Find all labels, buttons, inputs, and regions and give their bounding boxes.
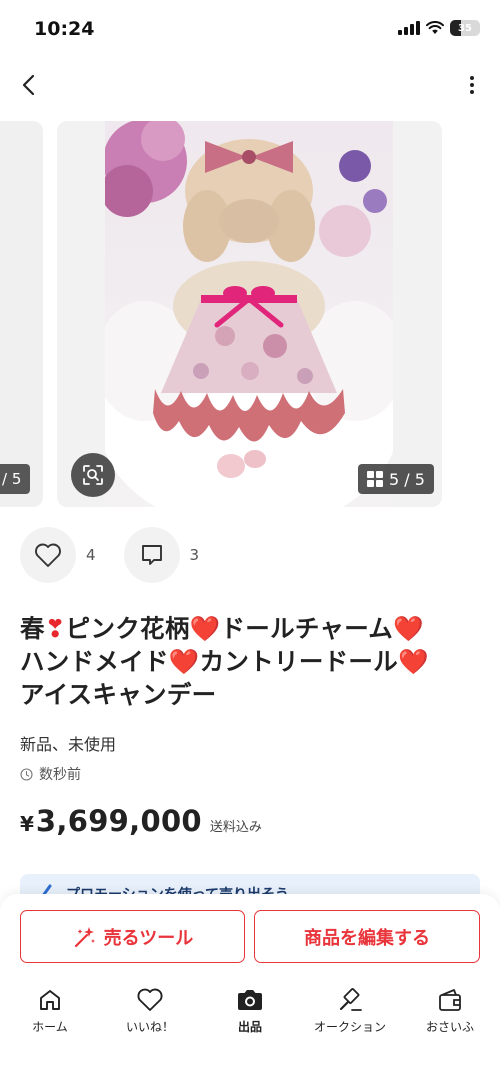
tab-wallet-label: おさいふ xyxy=(425,1020,474,1034)
chevron-left-icon xyxy=(22,74,35,96)
tab-auction-label: オークション xyxy=(313,1020,386,1034)
heart-emoji: ❤️ xyxy=(398,647,429,676)
back-button[interactable] xyxy=(12,68,44,102)
clock-icon xyxy=(20,767,33,781)
status-time: 10:24 xyxy=(34,18,95,40)
like-count: 4 xyxy=(86,546,96,564)
heart-emoji: ❤️ xyxy=(393,614,424,643)
image-carousel[interactable]: / 5 5 / 5 xyxy=(0,121,500,507)
posted-time-text: 数秒前 xyxy=(39,767,81,783)
more-options-button[interactable] xyxy=(462,68,482,102)
image-counter[interactable]: 5 / 5 xyxy=(358,464,434,494)
current-image-card[interactable]: 5 / 5 xyxy=(57,121,442,507)
sell-tools-button[interactable]: 売るツール xyxy=(20,910,245,963)
comment-count: 3 xyxy=(189,546,200,564)
comment-button[interactable] xyxy=(123,527,180,583)
bottom-action-sheet: 売るツール 商品を編集する ホーム いいね！ 出品 オークション おさいふ xyxy=(0,894,500,1080)
camera-icon xyxy=(238,990,262,1010)
status-icons: 35 xyxy=(398,20,480,36)
item-price: 3,699,000 xyxy=(35,804,202,838)
heart-emoji: ❤️ xyxy=(168,647,200,676)
edit-item-label: 商品を編集する xyxy=(304,927,430,949)
item-condition: 新品、未使用 xyxy=(20,735,117,754)
edit-item-button[interactable]: 商品を編集する xyxy=(254,910,480,963)
sell-tools-label: 売るツール xyxy=(103,927,194,949)
signal-icon xyxy=(398,21,420,35)
price-row: ¥ 3,699,000 送料込み xyxy=(20,804,262,838)
like-button[interactable] xyxy=(20,527,76,583)
image-search-button[interactable] xyxy=(71,453,115,497)
bottom-tab-bar: ホーム いいね！ 出品 オークション おさいふ xyxy=(0,980,500,1040)
home-icon xyxy=(40,990,60,1010)
magic-wand-icon xyxy=(74,926,95,947)
tab-likes-label: いいね！ xyxy=(125,1020,174,1034)
heart-outline-icon xyxy=(35,543,61,567)
tab-sell-label: 出品 xyxy=(237,1020,262,1034)
previous-image-card[interactable]: / 5 xyxy=(0,121,43,507)
tab-auction[interactable]: オークション xyxy=(300,980,400,1040)
grid-icon xyxy=(367,471,383,487)
image-counter-text: 5 / 5 xyxy=(389,469,425,489)
tab-home-label: ホーム xyxy=(32,1020,68,1034)
item-title: 春❣ピンク花柄❤️ドールチャーム❤️ ハンドメイド❤️カントリードール❤️ アイスキ… xyxy=(20,614,429,709)
heart-exclamation-emoji: ❣ xyxy=(44,614,66,643)
previous-image-counter: / 5 xyxy=(0,464,30,494)
gavel-icon xyxy=(339,988,362,1011)
tab-home[interactable]: ホーム xyxy=(0,980,100,1040)
status-bar: 10:24 35 xyxy=(0,0,500,56)
tab-likes[interactable]: いいね！ xyxy=(100,980,200,1040)
social-actions: 4 3 xyxy=(20,526,199,584)
tab-sell[interactable]: 出品 xyxy=(200,980,300,1040)
more-dot-icon xyxy=(470,76,474,80)
top-nav xyxy=(0,60,500,110)
posted-time: 数秒前 xyxy=(20,764,81,784)
heart-emoji: ❤️ xyxy=(189,614,221,643)
battery-level: 35 xyxy=(458,22,472,34)
tab-wallet[interactable]: おさいふ xyxy=(400,980,500,1040)
currency-symbol: ¥ xyxy=(20,812,34,836)
heart-icon xyxy=(137,988,163,1011)
wallet-icon xyxy=(439,989,461,1011)
shipping-label: 送料込み xyxy=(209,820,262,835)
comment-icon xyxy=(141,545,162,565)
image-search-icon xyxy=(83,465,103,485)
product-photo[interactable] xyxy=(105,121,393,507)
battery-icon: 35 xyxy=(450,20,480,36)
wifi-icon xyxy=(426,21,444,34)
